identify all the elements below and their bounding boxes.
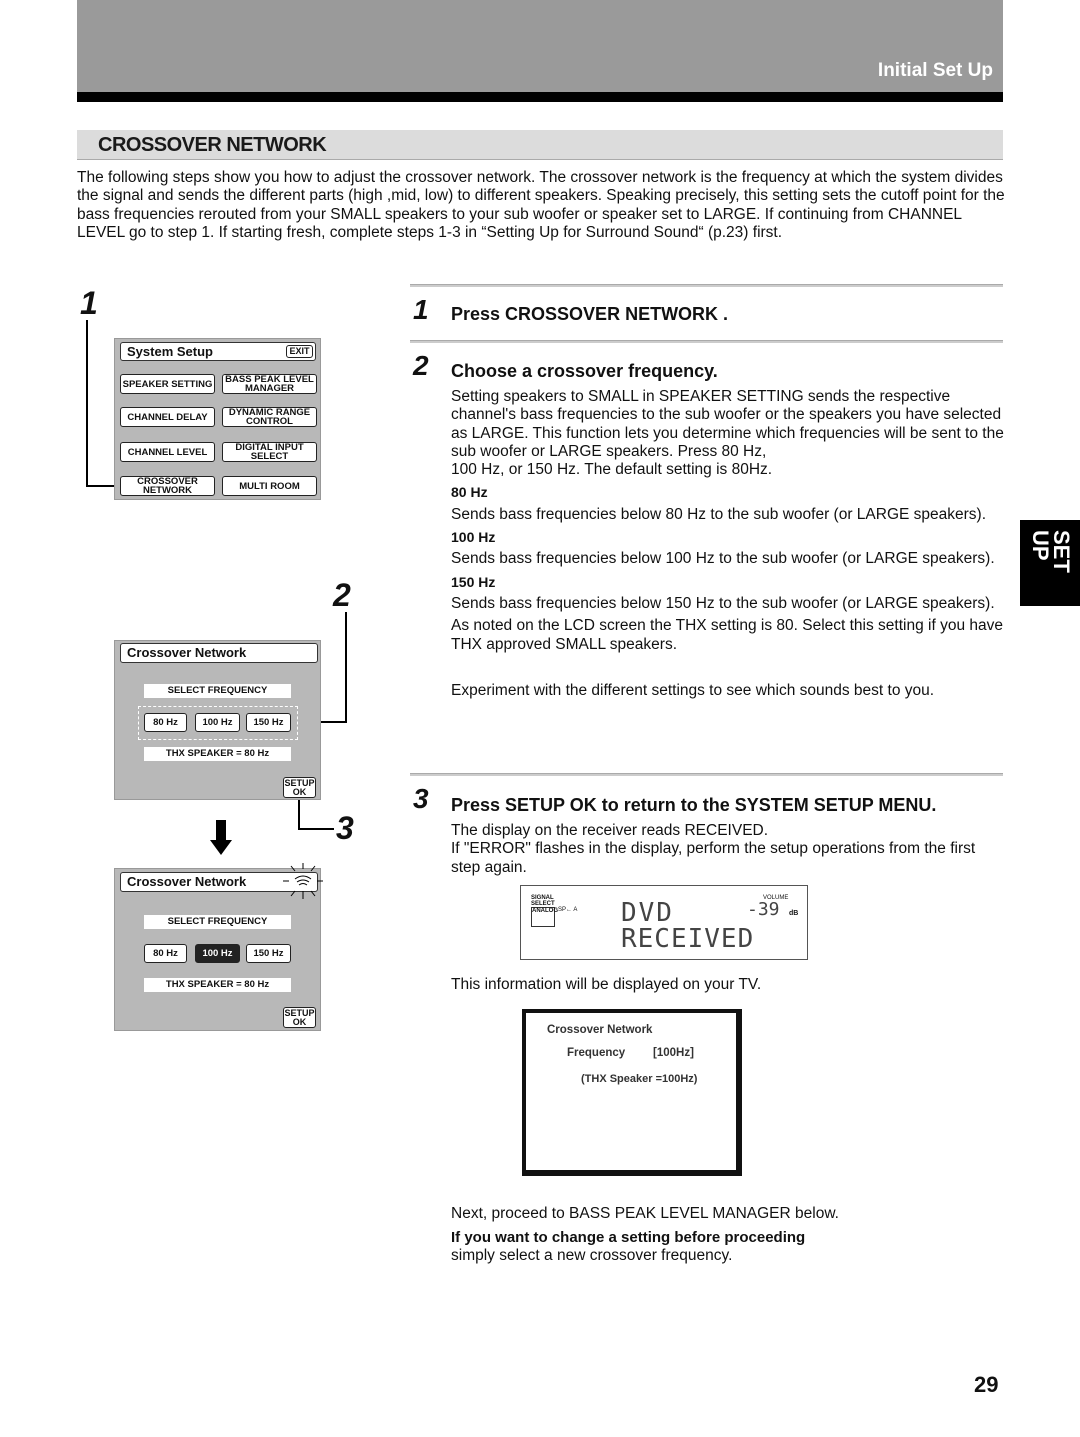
option-label: 100 Hz	[451, 529, 496, 546]
thx-label: THX SPEAKER = 80 Hz	[144, 978, 291, 992]
step-number: 3	[413, 783, 429, 814]
freq-100-button-selected[interactable]: 100 Hz	[195, 944, 240, 963]
lcd-line-1: DVD	[621, 898, 674, 928]
section-title-bar: CROSSOVER NETWORK	[77, 130, 1003, 160]
crossover-network-button[interactable]: CROSSOVER NETWORK	[120, 476, 215, 496]
setup-ok-button[interactable]: SETUP OK	[283, 777, 316, 798]
exit-button[interactable]: EXIT	[286, 345, 313, 358]
tv-title: Crossover Network	[547, 1024, 653, 1036]
select-frequency-label: SELECT FREQUENCY	[144, 915, 291, 929]
change-heading: If you want to change a setting before p…	[451, 1229, 806, 1246]
header-bar	[77, 92, 1003, 102]
crossover-panel-before: Crossover Network SELECT FREQUENCY 80 Hz…	[114, 640, 321, 800]
thx-label: THX SPEAKER = 80 Hz	[144, 747, 291, 761]
freq-80-button[interactable]: 80 Hz	[144, 713, 187, 732]
section-label: Initial Set Up	[877, 60, 993, 81]
page-header: Initial Set Up	[77, 0, 1003, 92]
paragraph: Experiment with the different settings t…	[451, 681, 935, 699]
option-text: Sends bass frequencies below 80 Hz to th…	[451, 505, 987, 523]
freq-150-button[interactable]: 150 Hz	[246, 713, 291, 732]
bass-peak-button[interactable]: BASS PEAK LEVEL MANAGER	[222, 374, 317, 394]
setup-ok-button[interactable]: SETUP OK	[283, 1007, 316, 1028]
tv-frequency-label: Frequency	[567, 1047, 626, 1059]
lcd-signal-select: SIGNAL SELECT	[531, 895, 555, 907]
leader-line	[298, 800, 300, 829]
multi-room-button[interactable]: MULTI ROOM	[222, 476, 317, 496]
leader-line	[298, 828, 334, 830]
arrow-down-icon	[210, 820, 232, 856]
paragraph: The display on the receiver reads RECEIV…	[451, 822, 769, 839]
freq-80-button[interactable]: 80 Hz	[144, 944, 187, 963]
speaker-setting-button[interactable]: SPEAKER SETTING	[120, 374, 215, 394]
freq-150-button[interactable]: 150 Hz	[246, 944, 291, 963]
change-body: simply select a new crossover frequency.	[451, 1247, 733, 1264]
panel-title: Crossover Network	[120, 643, 318, 663]
step-2-label: 2	[333, 577, 351, 613]
intro-text: The following steps show you how to adju…	[77, 169, 1005, 241]
side-tab-label: SET UP	[1028, 530, 1074, 573]
digital-input-button[interactable]: DIGITAL INPUT SELECT	[222, 442, 317, 462]
step-heading: Press SETUP OK to return to the SYSTEM S…	[451, 795, 937, 815]
option-text: Sends bass frequencies below 100 Hz to t…	[451, 550, 995, 568]
step-3-body: The display on the receiver reads RECEIV…	[451, 822, 1006, 877]
lcd-line-2: RECEIVED	[621, 924, 755, 954]
divider	[410, 340, 1003, 343]
crossover-panel-after: Crossover Network SELECT FREQUENCY 80 Hz…	[114, 863, 323, 1031]
channel-delay-button[interactable]: CHANNEL DELAY	[120, 407, 215, 427]
tv-screen: Crossover Network Frequency [100Hz] (THX…	[522, 1009, 742, 1176]
page-number: 29	[974, 1372, 999, 1397]
step-number: 2	[413, 350, 429, 381]
step-1-label: 1	[80, 285, 98, 321]
option-label: 150 Hz	[451, 573, 496, 590]
divider	[410, 773, 1003, 776]
lcd-db: dB	[789, 910, 799, 917]
paragraph: 100 Hz, or 150 Hz. The default setting i…	[451, 461, 773, 479]
dynamic-range-button[interactable]: DYNAMIC RANGE CONTROL	[222, 407, 317, 427]
step-heading: Choose a crossover frequency.	[451, 361, 718, 381]
channel-level-button[interactable]: CHANNEL LEVEL	[120, 442, 215, 462]
lcd-sp: SP← A	[558, 907, 578, 913]
page-title: CROSSOVER NETWORK	[98, 134, 327, 156]
tv-thx: (THX Speaker =100Hz)	[581, 1073, 698, 1085]
system-setup-panel: System Setup EXIT SPEAKER SETTING BASS P…	[114, 338, 321, 500]
select-frequency-label: SELECT FREQUENCY	[144, 684, 291, 698]
receiver-lcd: SIGNAL SELECT ANALOG SP← A VOLUME -39 dB…	[520, 885, 808, 960]
paragraph: As noted on the LCD screen the THX setti…	[451, 617, 1003, 653]
step-number: 1	[413, 294, 429, 325]
setup-side-tab: SET UP	[1020, 520, 1080, 606]
option-label: 80 Hz	[451, 484, 488, 501]
flashing-signal-icon	[283, 863, 323, 899]
leader-line	[345, 612, 347, 722]
leader-line	[86, 320, 88, 486]
tv-frequency-value: [100Hz]	[653, 1047, 694, 1059]
tv-caption: This information will be displayed on yo…	[451, 976, 762, 993]
lcd-volume: -39	[747, 899, 780, 920]
next-text: Next, proceed to BASS PEAK LEVEL MANAGER…	[451, 1205, 839, 1222]
freq-100-button[interactable]: 100 Hz	[195, 713, 240, 732]
paragraph: Setting speakers to SMALL in SPEAKER SET…	[451, 388, 1004, 460]
lcd-analog: ANALOG	[531, 907, 558, 927]
step-heading: Press CROSSOVER NETWORK .	[451, 304, 729, 324]
step-2-body: Setting speakers to SMALL in SPEAKER SET…	[451, 388, 1006, 700]
divider	[410, 284, 1003, 287]
paragraph: If "ERROR" flashes in the display, perfo…	[451, 840, 976, 876]
option-text: Sends bass frequencies below 150 Hz to t…	[451, 594, 995, 612]
step-3-label: 3	[336, 810, 354, 846]
